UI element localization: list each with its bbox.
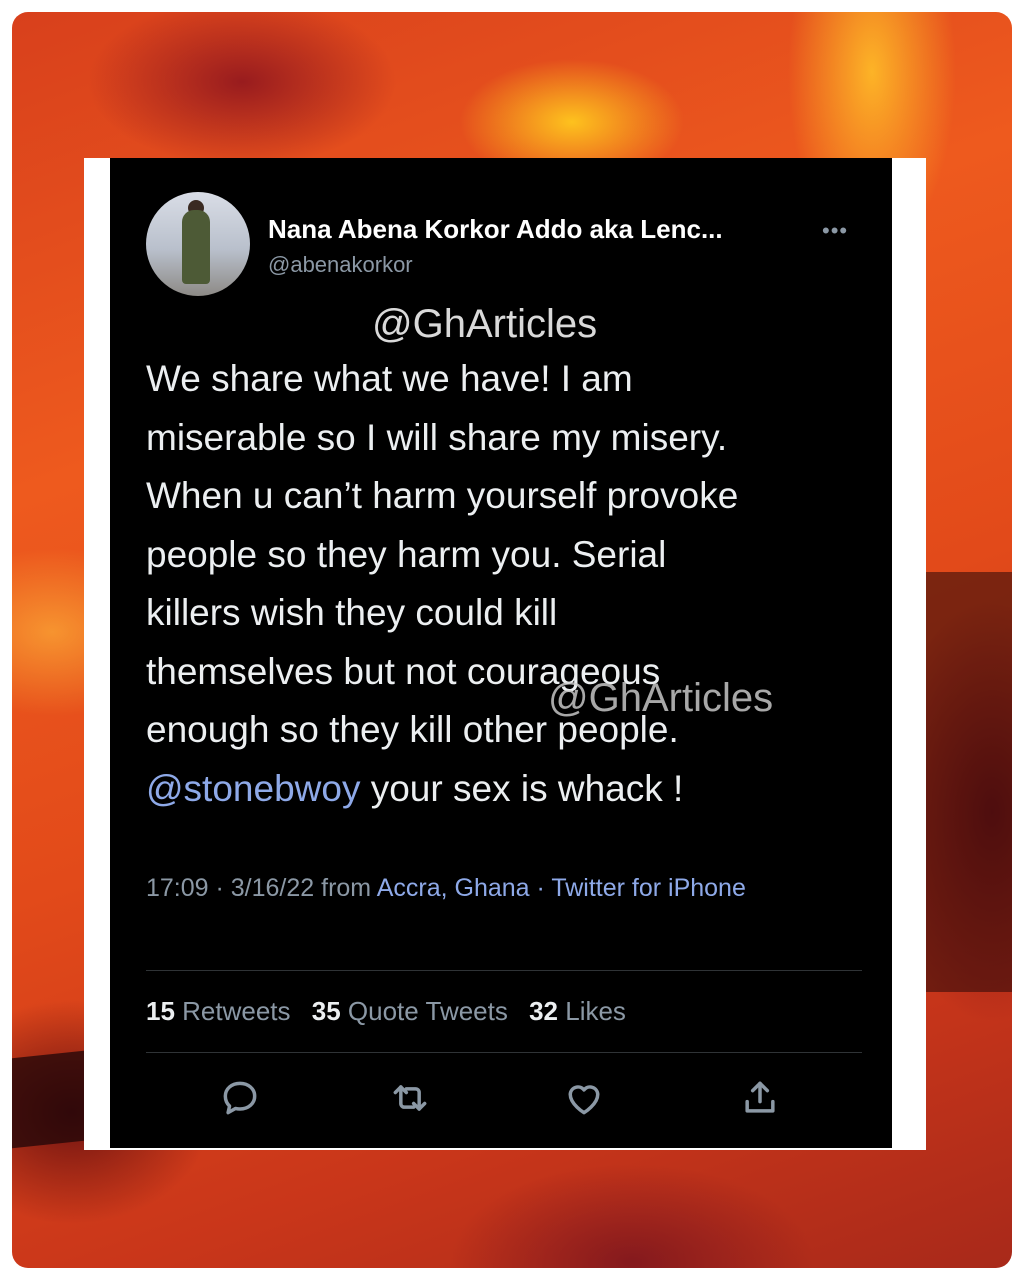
tweet-line: @stonebwoy your sex is whack ! — [146, 760, 866, 819]
tweet-stats: 15 Retweets 35 Quote Tweets 32 Likes — [146, 996, 640, 1027]
divider — [146, 970, 862, 971]
quotes-count: 35 — [311, 996, 341, 1026]
more-horizontal-icon[interactable]: ••• — [822, 218, 848, 244]
tweet-line: people so they harm you. Serial — [146, 533, 667, 575]
retweets-count: 15 — [146, 996, 175, 1026]
likes-label: Likes — [558, 996, 626, 1026]
watermark: @GhArticles — [548, 676, 774, 720]
display-name[interactable]: Nana Abena Korkor Addo aka Lenc... — [268, 214, 723, 245]
tweet-line-rest: your sex is whack ! — [360, 767, 684, 809]
divider — [146, 1052, 862, 1053]
avatar[interactable] — [146, 192, 250, 296]
quotes-stat[interactable]: 35 Quote Tweets — [312, 996, 508, 1026]
tweet-line: killers wish they could kill — [146, 592, 558, 633]
tweet-line: We share what we have! I am — [146, 358, 633, 399]
tweet-meta: 17:09 · 3/16/22 from Accra, Ghana · Twit… — [146, 868, 846, 909]
action-bar — [206, 1076, 826, 1124]
retweets-label: Retweets — [174, 996, 291, 1026]
timestamp[interactable]: 17:09 · 3/16/22 from — [146, 874, 377, 902]
quotes-label: Quote Tweets — [340, 996, 508, 1026]
avatar-figure — [182, 210, 210, 284]
tweet-text: We share what we have! I am miserable so… — [146, 350, 866, 818]
watermark: @GhArticles — [372, 302, 598, 346]
retweets-stat[interactable]: 15 Retweets — [146, 996, 291, 1026]
share-icon[interactable] — [738, 1076, 786, 1124]
mention-link[interactable]: @stonebwoy — [146, 768, 360, 809]
tweet-line: miserable so I will share my misery. — [146, 416, 728, 458]
reply-icon[interactable] — [218, 1076, 266, 1124]
tweet-card: Nana Abena Korkor Addo aka Lenc... @aben… — [110, 158, 892, 1148]
like-icon[interactable] — [562, 1076, 610, 1124]
user-handle[interactable]: @abenakorkor — [268, 252, 413, 278]
meta-separator: · — [529, 874, 552, 902]
likes-stat[interactable]: 32 Likes — [529, 996, 626, 1026]
location-link[interactable]: Accra, Ghana — [377, 874, 530, 902]
retweet-icon[interactable] — [388, 1076, 436, 1124]
likes-count: 32 — [529, 996, 559, 1026]
source-link[interactable]: Twitter for iPhone — [551, 874, 746, 902]
tweet-line: When u can’t harm yourself provoke — [146, 475, 739, 516]
